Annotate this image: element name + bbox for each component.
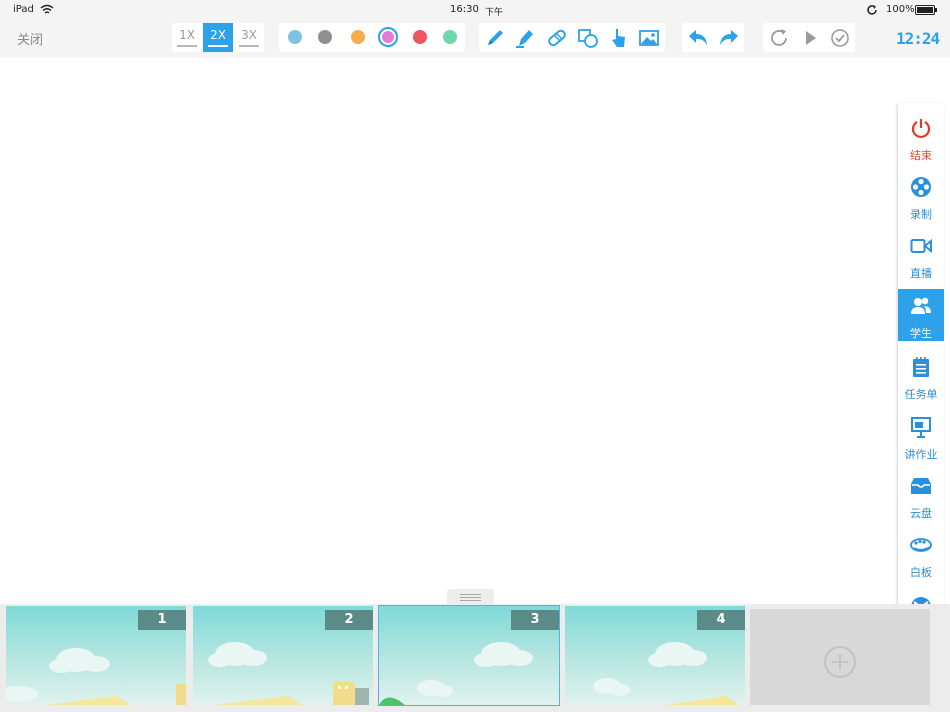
cloud-drive-icon: [911, 478, 931, 494]
sidebar-item-label: 结束: [910, 149, 932, 162]
zoom-group: 1X 2X 3X: [172, 23, 264, 52]
sidebar-item-homework[interactable]: 讲作业: [898, 410, 944, 462]
shapes-icon[interactable]: [576, 26, 600, 50]
tool-group: [479, 23, 665, 52]
zoom-1x-underline: [177, 45, 197, 47]
app-root: iPad 16:30 下午 100% 关闭 1X 2X 3X 12:24 结束 …: [0, 0, 950, 712]
sidebar-item-label: 直播: [910, 267, 932, 280]
page-drawer-handle[interactable]: [447, 589, 494, 604]
power-icon: [911, 119, 931, 139]
sidebar-item-label: 白板: [910, 566, 932, 579]
image-icon[interactable]: [637, 26, 661, 50]
video-camera-icon: [910, 238, 932, 254]
check-circle-icon[interactable]: [828, 26, 852, 50]
handle-line: [460, 597, 481, 598]
color-swatch-gray[interactable]: [318, 30, 332, 44]
thumbnail-number: 3: [511, 610, 559, 630]
color-swatch-mint[interactable]: [443, 30, 457, 44]
toolbar: 关闭 1X 2X 3X 12:24: [0, 20, 950, 58]
task-list-icon: [913, 357, 929, 377]
battery-icon: [915, 5, 937, 15]
status-time: 16:30: [450, 4, 479, 15]
page-thumbnail-4[interactable]: 4: [565, 606, 745, 705]
zoom-2x-button[interactable]: 2X: [203, 23, 233, 52]
actions-group: [763, 23, 855, 52]
eraser-icon[interactable]: [545, 26, 569, 50]
sidebar-item-whiteboard[interactable]: 白板: [898, 528, 944, 580]
battery-percent: 100%: [886, 4, 915, 15]
thumbnail-number: 1: [138, 610, 186, 630]
sidebar-item-cloud-drive[interactable]: 云盘: [898, 469, 944, 521]
page-thumbnail-2[interactable]: 2: [193, 606, 373, 705]
undo-icon[interactable]: [686, 26, 710, 50]
sidebar-item-label: 讲作业: [904, 448, 938, 461]
color-swatch-pink[interactable]: [378, 27, 398, 47]
sidebar-item-record[interactable]: 录制: [898, 170, 944, 222]
color-swatch-red[interactable]: [413, 30, 427, 44]
pen-icon[interactable]: [483, 26, 507, 50]
wifi-icon: [40, 4, 54, 14]
highlighter-icon[interactable]: [513, 26, 537, 50]
zoom-2x-underline: [208, 45, 228, 47]
sidebar-item-label: 录制: [910, 208, 932, 221]
status-bar: iPad 16:30 下午 100%: [0, 0, 950, 20]
sidebar-item-task-list[interactable]: 任务单: [898, 350, 944, 402]
color-swatch-light-blue[interactable]: [288, 30, 302, 44]
add-page-button[interactable]: [750, 609, 930, 705]
right-sidebar: 结束 录制 直播 学生 任务单 讲作业 云盘 白板: [898, 103, 944, 658]
thumbnail-number: 4: [697, 610, 745, 630]
presentation-icon: [911, 417, 931, 438]
pointer-hand-icon[interactable]: [607, 26, 631, 50]
color-swatch-orange[interactable]: [351, 30, 365, 44]
history-group: [682, 23, 744, 52]
page-thumbnail-3[interactable]: 3: [378, 605, 560, 706]
refresh-icon[interactable]: [767, 26, 791, 50]
sidebar-item-label: 云盘: [910, 507, 932, 520]
film-reel-icon: [911, 177, 931, 197]
handle-line: [460, 594, 481, 595]
whiteboard-icon: [910, 538, 932, 552]
zoom-3x-label: 3X: [241, 28, 257, 42]
sidebar-item-live[interactable]: 直播: [898, 229, 944, 281]
play-icon[interactable]: [798, 26, 822, 50]
zoom-1x-button[interactable]: 1X: [172, 23, 202, 52]
session-clock: 12:24: [896, 29, 940, 48]
color-palette: [279, 23, 465, 52]
status-ampm: 下午: [485, 8, 504, 18]
plus-circle-icon: [824, 646, 856, 678]
close-button[interactable]: 关闭: [17, 29, 43, 48]
redo-icon[interactable]: [717, 26, 741, 50]
zoom-3x-underline: [239, 45, 259, 47]
sidebar-item-end[interactable]: 结束: [898, 111, 944, 163]
whiteboard-canvas[interactable]: [0, 60, 950, 605]
battery-fill: [917, 7, 933, 13]
thumbnail-number: 2: [325, 610, 373, 630]
zoom-2x-label: 2X: [210, 28, 226, 42]
page-thumbnail-1[interactable]: 1: [6, 606, 186, 705]
students-icon: [911, 297, 931, 314]
color-swatch-pink-inner: [382, 31, 394, 43]
handle-line: [460, 600, 481, 601]
device-name: iPad: [13, 4, 34, 15]
zoom-1x-label: 1X: [179, 28, 195, 42]
sidebar-item-label: 任务单: [904, 388, 938, 401]
sidebar-item-students[interactable]: 学生: [898, 289, 944, 341]
sync-icon: [867, 5, 877, 15]
sidebar-item-label: 学生: [910, 327, 932, 340]
zoom-3x-button[interactable]: 3X: [234, 23, 264, 52]
